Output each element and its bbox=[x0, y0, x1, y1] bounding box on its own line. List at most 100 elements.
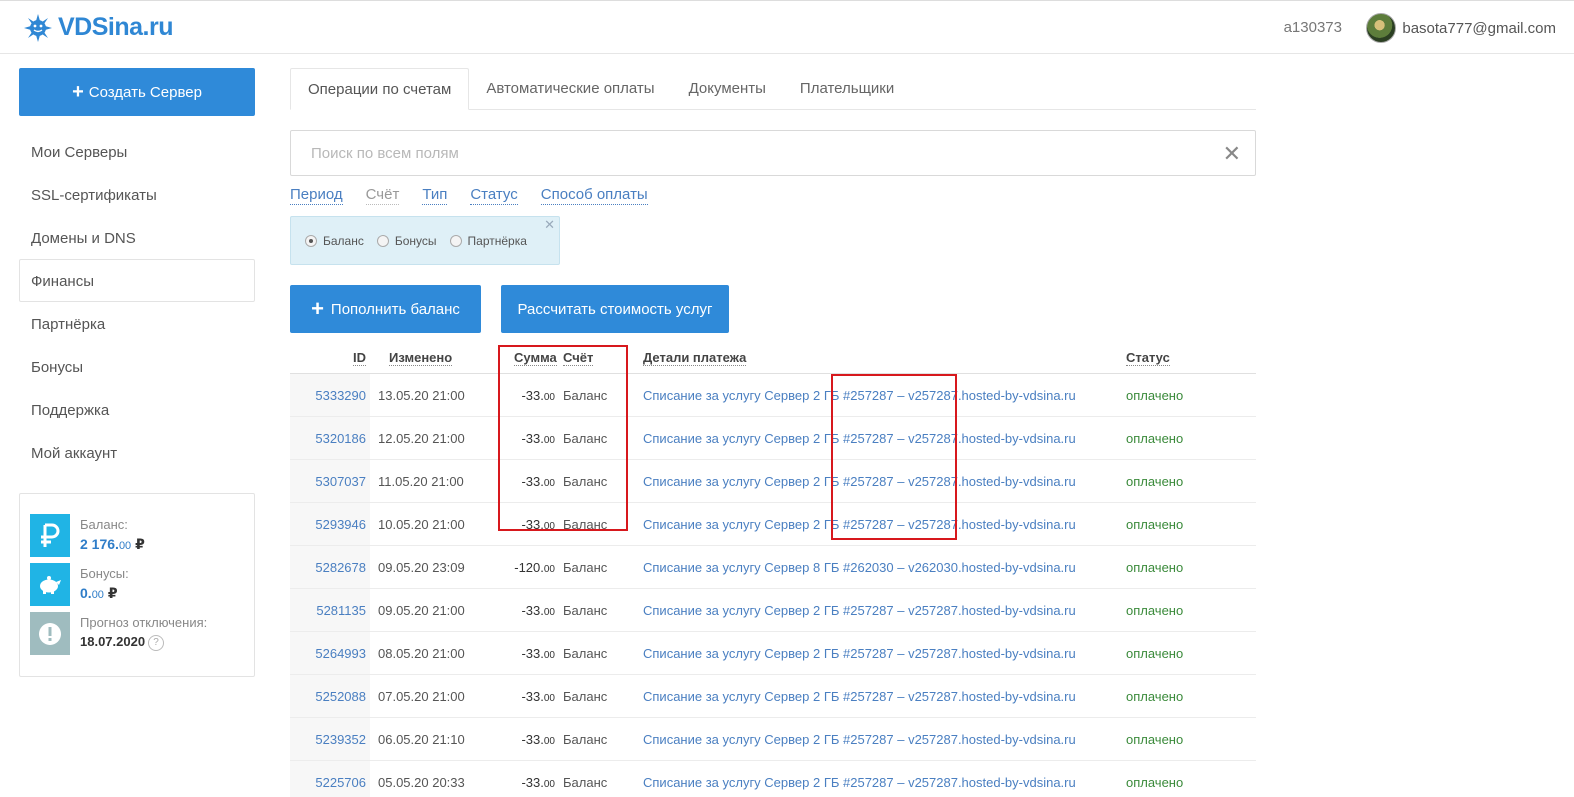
table-row[interactable]: 5293946 10.05.20 21:00 -33.00 Баланс Списани… bbox=[290, 503, 1256, 546]
table-row[interactable]: 5307037 11.05.20 21:00 -33.00 Баланс Списани… bbox=[290, 460, 1256, 503]
row-status: оплачено bbox=[1126, 646, 1184, 661]
row-amount: -33.00 bbox=[521, 689, 555, 704]
sidebar-item-finance[interactable]: Финансы bbox=[19, 259, 255, 302]
tab-payers[interactable]: Плательщики bbox=[783, 68, 911, 110]
top-header: VDSina.ru a130373 basota777@gmail.com bbox=[0, 0, 1574, 54]
row-amount: -120.00 bbox=[514, 560, 555, 575]
row-details-link[interactable]: Списание за услугу Сервер 8 ГБ #262030 –… bbox=[643, 560, 1076, 575]
row-account: Баланс bbox=[563, 689, 608, 704]
row-amount: -33.00 bbox=[521, 775, 555, 790]
row-account: Баланс bbox=[563, 646, 608, 661]
ruble-icon bbox=[30, 514, 70, 557]
row-id-link[interactable]: 5264993 bbox=[315, 646, 366, 661]
row-details-link[interactable]: Списание за услугу Сервер 2 ГБ #257287 –… bbox=[643, 646, 1076, 661]
row-amount: -33.00 bbox=[521, 646, 555, 661]
sidebar-item-partner[interactable]: Партнёрка bbox=[19, 302, 255, 345]
tab-auto-payments[interactable]: Автоматические оплаты bbox=[469, 68, 671, 110]
table-row[interactable]: 5225706 05.05.20 20:33 -33.00 Баланс Списани… bbox=[290, 761, 1256, 797]
forecast-row: Прогноз отключения: 18.07.2020? bbox=[30, 612, 207, 655]
row-status: оплачено bbox=[1126, 775, 1184, 790]
row-amount: -33.00 bbox=[521, 732, 555, 747]
row-id-link[interactable]: 5282678 bbox=[315, 560, 366, 575]
sidebar-item-support[interactable]: Поддержка bbox=[19, 388, 255, 431]
balance-card: Баланс: 2 176.00 ₽ Бонусы: 0.00 ₽ Прогно… bbox=[19, 493, 255, 677]
search-input[interactable] bbox=[291, 131, 1191, 175]
clear-icon[interactable]: ✕ bbox=[1223, 141, 1241, 167]
calc-cost-button[interactable]: Рассчитать стоимость услуг bbox=[501, 285, 729, 333]
user-menu[interactable]: basota777@gmail.com bbox=[1366, 13, 1556, 43]
filter-payment-method[interactable]: Способ оплаты bbox=[540, 186, 648, 205]
table-row[interactable]: 5282678 09.05.20 23:09 -120.00 Баланс Списан… bbox=[290, 546, 1256, 589]
row-details-link[interactable]: Списание за услугу Сервер 2 ГБ #257287 –… bbox=[643, 775, 1076, 790]
logo[interactable]: VDSina.ru bbox=[24, 13, 173, 42]
balance-label: Баланс: bbox=[80, 517, 128, 532]
table-row[interactable]: 5264993 08.05.20 21:00 -33.00 Баланс Списани… bbox=[290, 632, 1256, 675]
row-details-link[interactable]: Списание за услугу Сервер 2 ГБ #257287 –… bbox=[643, 689, 1076, 704]
row-changed: 07.05.20 21:00 bbox=[378, 689, 465, 704]
help-icon[interactable]: ? bbox=[148, 634, 165, 651]
radio-balance[interactable]: Баланс bbox=[305, 234, 364, 248]
row-id-link[interactable]: 5239352 bbox=[315, 732, 366, 747]
piggy-bank-icon bbox=[30, 563, 70, 606]
filter-account[interactable]: Счёт bbox=[365, 186, 400, 205]
tab-operations[interactable]: Операции по счетам bbox=[290, 68, 470, 110]
filter-period[interactable]: Период bbox=[290, 186, 343, 205]
table-row[interactable]: 5320186 12.05.20 21:00 -33.00 Баланс Списани… bbox=[290, 417, 1256, 460]
col-id[interactable]: ID bbox=[353, 350, 366, 366]
radio-partner[interactable]: Партнёрка bbox=[449, 234, 527, 248]
close-icon[interactable]: ✕ bbox=[544, 217, 555, 233]
create-server-label: Создать Сервер bbox=[88, 83, 202, 101]
row-changed: 13.05.20 21:00 bbox=[378, 388, 465, 403]
radio-bonuses[interactable]: Бонусы bbox=[376, 234, 437, 248]
sidebar-item-domains[interactable]: Домены и DNS bbox=[19, 216, 255, 259]
row-id-link[interactable]: 5225706 bbox=[315, 775, 366, 790]
row-changed: 05.05.20 20:33 bbox=[378, 775, 465, 790]
topup-button[interactable]: + Пополнить баланс bbox=[290, 285, 481, 333]
table-row[interactable]: 5239352 06.05.20 21:10 -33.00 Баланс Списани… bbox=[290, 718, 1256, 761]
row-id-link[interactable]: 5320186 bbox=[315, 431, 366, 446]
filter-links: Период Счёт Тип Статус Способ оплаты bbox=[290, 186, 648, 205]
table-row[interactable]: 5252088 07.05.20 21:00 -33.00 Баланс Списани… bbox=[290, 675, 1256, 718]
row-id-link[interactable]: 5293946 bbox=[315, 517, 366, 532]
finance-tabs: Операции по счетам Автоматические оплаты… bbox=[290, 68, 1256, 110]
forecast-date: 18.07.2020? bbox=[80, 634, 207, 651]
create-server-button[interactable]: + Создать Сервер bbox=[19, 68, 255, 116]
bonus-value: 0.00 ₽ bbox=[80, 585, 118, 601]
account-filter-panel: Баланс Бонусы Партнёрка ✕ bbox=[290, 216, 560, 265]
row-changed: 11.05.20 21:00 bbox=[378, 474, 464, 489]
radio-dot bbox=[449, 234, 462, 247]
row-details-link[interactable]: Списание за услугу Сервер 2 ГБ #257287 –… bbox=[643, 603, 1076, 618]
logo-icon bbox=[24, 13, 52, 42]
row-account: Баланс bbox=[563, 560, 608, 575]
row-id-link[interactable]: 5252088 bbox=[315, 689, 366, 704]
balance-row: Баланс: 2 176.00 ₽ bbox=[30, 514, 145, 557]
row-status: оплачено bbox=[1126, 689, 1184, 704]
row-account: Баланс bbox=[563, 603, 608, 618]
operations-table: ID Изменено Сумма Счёт Детали платежа Ст… bbox=[290, 343, 1256, 797]
row-status: оплачено bbox=[1126, 732, 1184, 747]
col-status[interactable]: Статус bbox=[1126, 350, 1170, 366]
col-details[interactable]: Детали платежа bbox=[643, 350, 747, 366]
table-header: ID Изменено Сумма Счёт Детали платежа Ст… bbox=[290, 343, 1256, 374]
col-changed[interactable]: Изменено bbox=[389, 350, 453, 366]
sidebar-item-account[interactable]: Мой аккаунт bbox=[19, 431, 255, 474]
user-email: basota777@gmail.com bbox=[1402, 19, 1556, 37]
sidebar-item-servers[interactable]: Мои Серверы bbox=[19, 130, 255, 173]
row-account: Баланс bbox=[563, 732, 608, 747]
row-details-link[interactable]: Списание за услугу Сервер 2 ГБ #257287 –… bbox=[643, 732, 1076, 747]
table-row[interactable]: 5281135 09.05.20 21:00 -33.00 Баланс Списани… bbox=[290, 589, 1256, 632]
exclamation-icon bbox=[30, 612, 70, 655]
sidebar-item-ssl[interactable]: SSL-сертификаты bbox=[19, 173, 255, 216]
row-id-link[interactable]: 5281135 bbox=[316, 603, 366, 618]
tab-documents[interactable]: Документы bbox=[672, 68, 783, 110]
row-id-link[interactable]: 5307037 bbox=[315, 474, 366, 489]
row-changed: 12.05.20 21:00 bbox=[378, 431, 465, 446]
row-changed: 10.05.20 21:00 bbox=[378, 517, 465, 532]
sidebar-item-bonuses[interactable]: Бонусы bbox=[19, 345, 255, 388]
row-status: оплачено bbox=[1126, 431, 1184, 446]
filter-type[interactable]: Тип bbox=[422, 186, 448, 205]
table-row[interactable]: 5333290 13.05.20 21:00 -33.00 Баланс Списани… bbox=[290, 374, 1256, 417]
row-account: Баланс bbox=[563, 775, 608, 790]
filter-status[interactable]: Статус bbox=[470, 186, 518, 205]
row-id-link[interactable]: 5333290 bbox=[315, 388, 366, 403]
